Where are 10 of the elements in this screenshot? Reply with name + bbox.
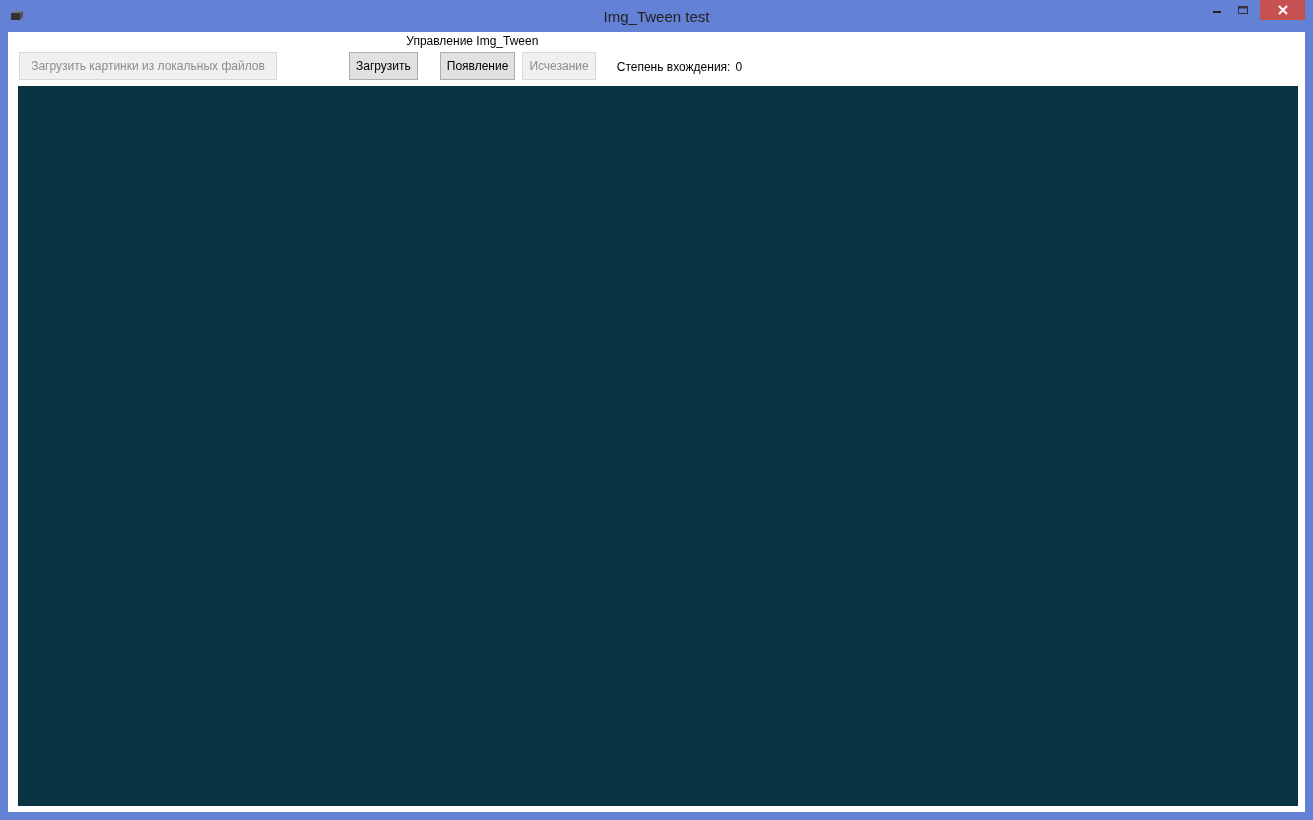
group-caption: Управление Img_Tween bbox=[406, 34, 539, 48]
close-icon bbox=[1277, 5, 1288, 15]
window-title: Img_Tween test bbox=[603, 7, 710, 25]
tween-button[interactable]: Загрузить bbox=[349, 52, 418, 80]
degree-label: Степень вхождения: bbox=[616, 60, 731, 74]
degree-value: 0 bbox=[735, 60, 743, 74]
tween-button[interactable]: Появление bbox=[439, 52, 516, 80]
close-button[interactable] bbox=[1260, 0, 1305, 20]
app-icon bbox=[10, 10, 24, 22]
maximize-icon bbox=[1238, 5, 1248, 15]
